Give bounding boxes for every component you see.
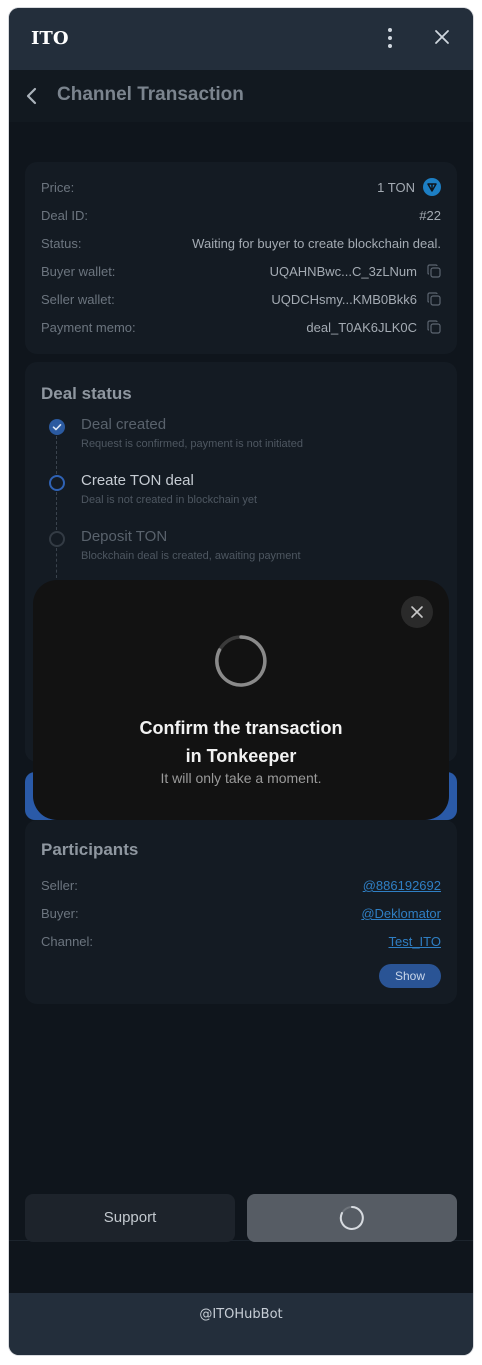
back-arrow-icon[interactable] <box>21 84 45 108</box>
support-button[interactable]: Support <box>25 1194 235 1242</box>
show-button[interactable]: Show <box>379 964 441 988</box>
close-icon <box>411 606 423 618</box>
page-title: Channel Transaction <box>57 84 244 105</box>
buyer-wallet-label: Buyer wallet: <box>41 264 116 279</box>
step-title: Create TON deal <box>81 472 194 489</box>
telegram-webapp-window: ITO Channel Transaction Price: 1 TON Dea… <box>9 8 473 1355</box>
deal-id-label: Deal ID: <box>41 208 88 223</box>
deal-status-title: Deal status <box>41 384 132 403</box>
channel-link[interactable]: Test_ITO <box>388 934 441 949</box>
buyer-label: Buyer: <box>41 906 79 921</box>
timeline-connector <box>56 436 57 474</box>
price-label: Price: <box>41 180 75 195</box>
page-header: Channel Transaction <box>9 70 473 122</box>
step-title: Deal created <box>81 416 167 433</box>
timeline-connector <box>56 548 57 578</box>
buyer-wallet-row: Buyer wallet: UQAHNBwc...C_3zLNum <box>41 262 441 282</box>
bot-footer: @ITOHubBot <box>9 1293 473 1355</box>
seller-link[interactable]: @886192692 <box>363 878 441 893</box>
payment-memo-value: deal_T0AK6JLK0C <box>306 320 417 335</box>
more-menu-icon[interactable] <box>385 28 395 48</box>
status-value: Waiting for buyer to create blockchain d… <box>192 236 441 251</box>
step-current-icon <box>49 475 65 491</box>
status-row: Status: Waiting for buyer to create bloc… <box>41 234 441 254</box>
payment-memo-label: Payment memo: <box>41 320 136 335</box>
deal-id-row: Deal ID: #22 <box>41 206 441 226</box>
modal-title-line-2: in Tonkeeper <box>185 746 297 766</box>
payment-memo-row: Payment memo: deal_T0AK6JLK0C <box>41 318 441 338</box>
timeline-connector <box>56 492 57 530</box>
modal-subtitle: It will only take a moment. <box>160 770 322 786</box>
app-content: Channel Transaction Price: 1 TON Deal ID… <box>9 70 473 1293</box>
participants-card: Participants Seller: @886192692 Buyer: @… <box>25 820 457 1004</box>
confirm-loading-button[interactable] <box>247 1194 457 1242</box>
status-label: Status: <box>41 236 82 251</box>
seller-wallet-value: UQDCHsmy...KMB0Bkk6 <box>271 292 417 307</box>
step-description: Blockchain deal is created, awaiting pay… <box>81 550 301 562</box>
seller-label: Seller: <box>41 878 78 893</box>
loading-spinner-icon <box>339 1206 364 1230</box>
title-bar: ITO <box>9 8 473 70</box>
step-done-icon <box>49 419 65 435</box>
bottom-action-bar <box>9 1240 473 1293</box>
copy-icon[interactable] <box>427 320 441 334</box>
close-icon[interactable] <box>433 28 451 46</box>
channel-label: Channel: <box>41 934 94 949</box>
price-value: 1 TON <box>377 180 415 195</box>
participants-title: Participants <box>41 840 139 859</box>
seller-wallet-label: Seller wallet: <box>41 292 115 307</box>
step-title: Deposit TON <box>81 528 168 545</box>
buyer-link[interactable]: @Deklomator <box>361 906 441 921</box>
copy-icon[interactable] <box>427 292 441 306</box>
buyer-wallet-value: UQAHNBwc...C_3zLNum <box>269 264 417 279</box>
channel-row: Channel: <box>41 932 441 952</box>
price-row: Price: 1 TON <box>41 178 441 198</box>
seller-wallet-row: Seller wallet: UQDCHsmy...KMB0Bkk6 <box>41 290 441 310</box>
loading-spinner-icon <box>215 635 267 687</box>
tonkeeper-confirm-modal: Confirm the transaction in Tonkeeper It … <box>33 580 449 820</box>
deal-details-card: Price: 1 TON Deal ID: #22 Status: Waitin… <box>25 162 457 354</box>
step-pending-icon <box>49 531 65 547</box>
modal-close-button[interactable] <box>401 596 433 628</box>
ton-icon <box>423 178 441 196</box>
step-description: Deal is not created in blockchain yet <box>81 494 258 506</box>
deal-id-value: #22 <box>419 208 441 223</box>
app-title: ITO <box>31 28 69 49</box>
modal-title: Confirm the transaction in Tonkeeper <box>33 714 449 770</box>
modal-title-line-1: Confirm the transaction <box>139 718 343 738</box>
copy-icon[interactable] <box>427 264 441 278</box>
step-description: Request is confirmed, payment is not ini… <box>81 438 303 450</box>
